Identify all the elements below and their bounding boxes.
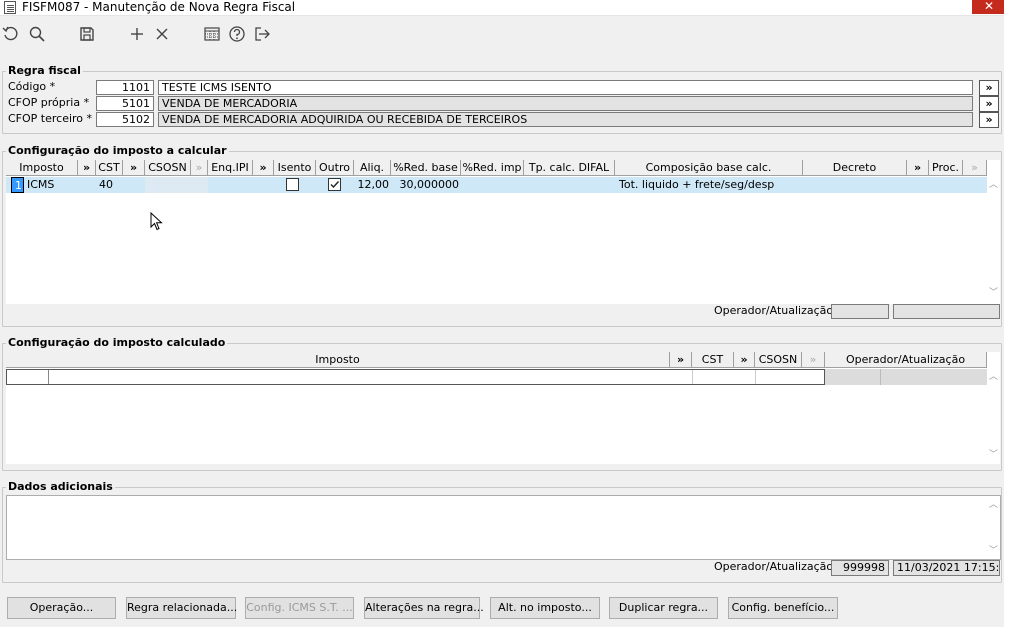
col-calc-imposto[interactable]: Imposto [6, 352, 670, 368]
codigo-field[interactable]: 1101 [96, 80, 154, 95]
row-divider [755, 370, 756, 384]
operador-dados-label: Operador/Atualização [714, 560, 834, 573]
col-enq-ipi[interactable]: Enq.IPI [208, 160, 253, 176]
operador-calc-field [831, 304, 889, 319]
scroll-up-icon[interactable]: ︿ [987, 372, 1000, 382]
data-calc-field [893, 304, 1000, 319]
col-aliq[interactable]: Aliq. [354, 160, 391, 176]
table-row[interactable] [6, 369, 825, 385]
cell-aliq[interactable]: 12,00 [354, 177, 391, 193]
isento-checkbox[interactable] [286, 178, 299, 191]
dados-adicionais-textarea[interactable]: ︿ ﹀ [6, 495, 1001, 560]
col-isento[interactable]: Isento [274, 160, 316, 176]
calc-operador-cell [825, 369, 881, 385]
calculator-icon[interactable] [202, 24, 222, 44]
col-cst[interactable]: CST [96, 160, 123, 176]
title-bar: FISFM087 - Manutenção de Nova Regra Fisc… [0, 0, 1013, 16]
cfop-propria-desc: VENDA DE MERCADORIA [158, 96, 973, 111]
scroll-down-icon[interactable]: ﹀ [987, 546, 1000, 556]
col-csosn-lookup: » [191, 160, 208, 176]
col-calc-imposto-lookup[interactable]: » [670, 352, 692, 368]
col-calc-operador[interactable]: Operador/Atualização [825, 352, 987, 368]
cfop-terceiro-field[interactable]: 5102 [96, 112, 154, 127]
row-divider [692, 370, 693, 384]
regra-fiscal-title: Regra fiscal [6, 64, 83, 77]
row-seq[interactable]: 1 [11, 177, 24, 193]
col-red-imp[interactable]: %Red. imp [461, 160, 524, 176]
col-calc-cst[interactable]: CST [692, 352, 734, 368]
duplicar-regra-button[interactable]: Duplicar regra... [609, 597, 718, 619]
col-calc-csosn-lookup: » [802, 352, 825, 368]
alt-imposto-button[interactable]: Alt. no imposto... [490, 597, 600, 619]
table-row[interactable]: 1 ICMS 40 12,00 30,000000 Tot. liquido +… [6, 177, 987, 193]
col-calc-csosn[interactable]: CSOSN [755, 352, 802, 368]
operacao-button[interactable]: Operação... [7, 597, 116, 619]
window-edge [1004, 0, 1013, 627]
imposto-calcular-title: Configuração do imposto a calcular [6, 144, 229, 157]
imposto-calculado-grid: Imposto » CST » CSOSN » Operador/Atualiz… [6, 352, 987, 464]
refresh-icon[interactable] [1, 24, 21, 44]
cfop-terceiro-label: CFOP terceiro * [8, 112, 93, 125]
col-tp-difal[interactable]: Tp. calc. DIFAL [524, 160, 615, 176]
cfop-propria-label: CFOP própria * [8, 96, 90, 109]
cfop-terceiro-lookup-button[interactable]: » [979, 112, 999, 128]
operador-calc-label: Operador/Atualização [714, 304, 834, 317]
cell-composicao[interactable]: Tot. liquido + frete/seg/desp [617, 177, 803, 193]
scroll-up-icon[interactable]: ︿ [987, 500, 1000, 510]
col-outro[interactable]: Outro [316, 160, 354, 176]
codigo-desc-field[interactable]: TESTE ICMS ISENTO [158, 80, 973, 95]
col-imposto[interactable]: Imposto [6, 160, 78, 176]
calc-data-cell [881, 369, 987, 385]
codigo-lookup-button[interactable]: » [979, 80, 999, 96]
scroll-down-icon[interactable]: ﹀ [987, 288, 1000, 298]
col-decreto-lookup[interactable]: » [907, 160, 929, 176]
col-enq-ipi-lookup[interactable]: » [253, 160, 274, 176]
add-icon[interactable] [127, 24, 147, 44]
col-proc[interactable]: Proc. [929, 160, 963, 176]
imposto-calculado-title: Configuração do imposto calculado [6, 336, 228, 349]
dados-adicionais-title: Dados adicionais [6, 480, 115, 493]
delete-icon[interactable] [152, 24, 172, 44]
help-icon[interactable] [227, 24, 247, 44]
cfop-propria-lookup-button[interactable]: » [979, 96, 999, 112]
col-calc-cst-lookup[interactable]: » [734, 352, 755, 368]
config-icms-st-button[interactable]: Config. ICMS S.T. ... [245, 597, 354, 619]
scroll-down-icon[interactable]: ﹀ [987, 450, 1000, 460]
close-button[interactable]: ✕ [972, 0, 1006, 14]
cell-csosn [145, 177, 208, 193]
cell-imposto[interactable]: ICMS [25, 177, 95, 193]
imposto-calcular-scrollbar[interactable]: ︿ ﹀ [987, 160, 1000, 304]
col-proc-lookup: » [963, 160, 987, 176]
col-red-base[interactable]: %Red. base [391, 160, 461, 176]
codigo-label: Código * [8, 80, 56, 93]
cell-cst[interactable]: 40 [97, 177, 142, 193]
exit-icon[interactable] [252, 24, 272, 44]
col-imposto-lookup[interactable]: » [78, 160, 96, 176]
config-beneficio-button[interactable]: Config. benefício... [728, 597, 838, 619]
app-icon [4, 1, 16, 14]
scroll-up-icon[interactable]: ︿ [987, 180, 1000, 190]
col-cst-lookup[interactable]: » [123, 160, 145, 176]
data-dados-field: 11/03/2021 17:15:28 [893, 560, 1000, 576]
save-icon[interactable] [77, 24, 97, 44]
outro-checkbox[interactable] [328, 178, 341, 191]
row-divider [48, 370, 49, 384]
mouse-cursor-icon [150, 211, 164, 235]
operador-dados-field: 999998 [831, 560, 889, 576]
search-icon[interactable] [27, 24, 47, 44]
col-decreto[interactable]: Decreto [803, 160, 907, 176]
cfop-terceiro-desc: VENDA DE MERCADORIA ADQUIRIDA OU RECEBID… [158, 112, 973, 127]
col-csosn[interactable]: CSOSN [145, 160, 191, 176]
cell-red-base[interactable]: 30,000000 [391, 177, 461, 193]
alteracoes-regra-button[interactable]: Alterações na regra... [364, 597, 484, 619]
imposto-calculado-scrollbar[interactable]: ︿ ﹀ [987, 352, 1000, 464]
window-title: FISFM087 - Manutenção de Nova Regra Fisc… [22, 0, 296, 14]
regra-relacionada-button[interactable]: Regra relacionada... [126, 597, 237, 619]
cfop-propria-field[interactable]: 5101 [96, 96, 154, 111]
col-composicao[interactable]: Composição base calc. [615, 160, 803, 176]
